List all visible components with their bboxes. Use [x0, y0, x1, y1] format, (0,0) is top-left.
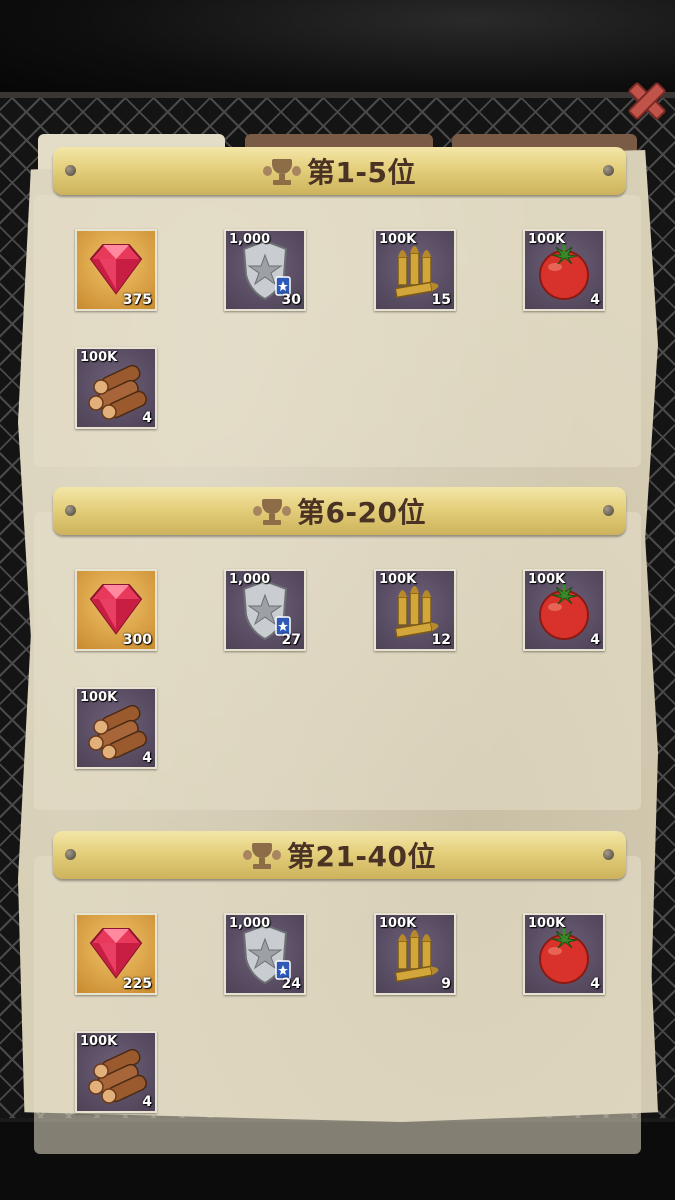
item-count: 4	[142, 1094, 152, 1110]
item-amount-label: 1,000	[229, 232, 271, 247]
rank-banner: 第21-40位	[53, 831, 626, 879]
reward-item[interactable]: 100K 4	[523, 913, 605, 995]
item-count: 9	[441, 976, 451, 992]
item-count: 4	[590, 976, 600, 992]
reward-item[interactable]: 100K 4	[75, 347, 157, 429]
rivet-icon	[603, 849, 614, 860]
rivet-icon	[65, 505, 76, 516]
item-amount-label: 100K	[528, 572, 566, 587]
reward-item[interactable]: 100K 4	[75, 687, 157, 769]
item-amount-label: 100K	[528, 232, 566, 247]
rank-title: 第6-20位	[296, 496, 427, 529]
reward-item[interactable]: 100K 4	[523, 229, 605, 311]
rank-banner: 第6-20位	[53, 487, 626, 535]
rivet-icon	[603, 505, 614, 516]
item-count: 4	[590, 292, 600, 308]
item-count: 225	[122, 976, 152, 992]
item-amount-label: 1,000	[229, 572, 271, 587]
item-count: 12	[431, 632, 451, 648]
close-button[interactable]	[622, 76, 668, 122]
rank-banner: 第1-5位	[53, 147, 626, 195]
reward-item[interactable]: 225	[75, 913, 157, 995]
rivet-icon	[603, 165, 614, 176]
reward-item[interactable]: 100K 15	[374, 229, 456, 311]
item-amount-label: 100K	[528, 916, 566, 931]
reward-item[interactable]: 100K 4	[75, 1031, 157, 1113]
item-count: 27	[281, 632, 301, 648]
reward-item[interactable]: 100K 9	[374, 913, 456, 995]
item-amount-label: 100K	[379, 916, 417, 931]
reward-item[interactable]: 1,000 24	[224, 913, 306, 995]
item-amount-label: 100K	[80, 1034, 118, 1049]
item-amount-label: 100K	[80, 690, 118, 705]
item-count: 4	[590, 632, 600, 648]
reward-item[interactable]: 1,000 27	[224, 569, 306, 651]
reward-item[interactable]: 100K 12	[374, 569, 456, 651]
background-top	[0, 0, 675, 100]
reward-item[interactable]: 1,000 30	[224, 229, 306, 311]
item-count: 4	[142, 410, 152, 426]
item-amount-label: 100K	[80, 350, 118, 365]
item-amount-label: 100K	[379, 232, 417, 247]
trophy-icon	[252, 496, 291, 526]
rank-title: 第21-40位	[286, 840, 437, 873]
item-count: 30	[281, 292, 301, 308]
trophy-icon	[242, 840, 281, 870]
item-count: 4	[142, 750, 152, 766]
item-count: 15	[431, 292, 451, 308]
rivet-icon	[65, 165, 76, 176]
item-amount-label: 1,000	[229, 916, 271, 931]
reward-item[interactable]: 100K 4	[523, 569, 605, 651]
item-count: 300	[122, 632, 152, 648]
rivet-icon	[65, 849, 76, 860]
reward-item[interactable]: 375	[75, 229, 157, 311]
item-count: 24	[281, 976, 301, 992]
item-count: 375	[122, 292, 152, 308]
trophy-icon	[262, 156, 301, 186]
item-amount-label: 100K	[379, 572, 417, 587]
reward-item[interactable]: 300	[75, 569, 157, 651]
rank-title: 第1-5位	[306, 156, 417, 189]
